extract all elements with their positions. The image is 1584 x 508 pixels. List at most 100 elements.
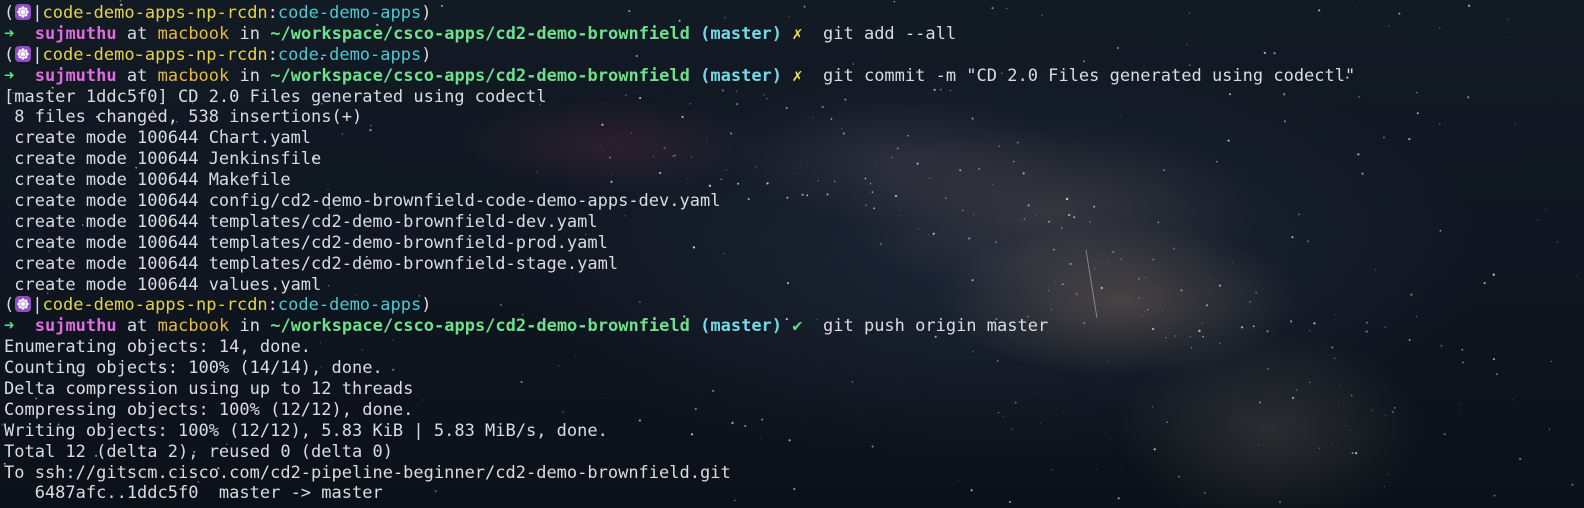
output-line: create mode 100644 Makefile — [4, 170, 291, 191]
star — [1548, 428, 1550, 430]
star — [1571, 483, 1574, 486]
kubernetes-helm-wheel-icon — [15, 45, 32, 62]
star — [1506, 19, 1508, 21]
git-clean-check-icon: ✔ — [792, 316, 803, 337]
star — [1439, 27, 1441, 29]
star — [1391, 410, 1394, 413]
star — [1385, 415, 1386, 417]
output-line: To ssh://gitscm.cisco.com/cd2-pipeline-b… — [4, 462, 731, 483]
kube-cluster: code-demo-apps-np-rcdn — [42, 3, 268, 23]
star — [1492, 358, 1495, 361]
star — [1443, 433, 1446, 436]
star — [1398, 12, 1401, 15]
output-line: create mode 100644 Jenkinsfile — [4, 149, 322, 170]
star — [1556, 241, 1558, 243]
star — [1382, 136, 1385, 139]
star — [1519, 457, 1522, 460]
star — [1483, 282, 1486, 285]
prompt-arrow-icon: ➜ — [4, 316, 15, 337]
star — [1408, 138, 1411, 141]
git-branch: (master) — [700, 23, 783, 44]
git-dirty-icon: ✗ — [792, 23, 803, 44]
paren-open: ( — [4, 44, 15, 65]
paren-close: ) — [421, 44, 432, 65]
output-line: Counting objects: 100% (14/14), done. — [4, 358, 383, 379]
kube-namespace: code-demo-apps — [277, 44, 422, 65]
output-line: create mode 100644 templates/cd2-demo-br… — [4, 232, 608, 253]
prompt-host: macbook — [157, 23, 230, 44]
output-line: 6487afc..1ddc5f0 master -> master — [4, 483, 383, 504]
output-line: create mode 100644 templates/cd2-demo-br… — [4, 211, 598, 232]
kube-context-line: (|code-demo-apps-np-rcdn:code-demo-apps) — [4, 295, 1355, 316]
command-git-add: git add --all — [823, 23, 957, 44]
prompt-path: ~/workspace/csco-apps/cd2-demo-brownfiel… — [270, 65, 690, 86]
terminal-output: (|code-demo-apps-np-rcdn:code-demo-apps)… — [4, 3, 1355, 504]
prompt-in: in — [239, 65, 260, 86]
star — [1460, 403, 1462, 405]
kube-cluster: code-demo-apps-np-rcdn — [42, 295, 268, 316]
prompt-line: ➜ sujmuthu at macbook in ~/workspace/csc… — [4, 316, 1355, 337]
star — [1440, 344, 1443, 348]
prompt-in: in — [239, 316, 260, 337]
star — [1375, 269, 1376, 271]
star — [1416, 91, 1418, 94]
star — [1460, 409, 1462, 411]
star — [119, 0, 122, 2]
colon: : — [267, 3, 278, 23]
kube-namespace: code-demo-apps — [277, 295, 422, 316]
output-line: create mode 100644 Chart.yaml — [4, 128, 312, 149]
kubernetes-helm-wheel-icon — [15, 296, 32, 313]
output-line: 8 files changed, 538 insertions(+) — [4, 107, 363, 128]
output-line: [master 1ddc5f0] CD 2.0 Files generated … — [4, 86, 547, 107]
star — [1384, 326, 1387, 328]
kubernetes-helm-wheel-icon — [15, 4, 32, 20]
star — [1416, 112, 1419, 115]
paren-close: ) — [421, 3, 432, 23]
output-line: Enumerating objects: 14, done. — [4, 337, 312, 358]
colon: : — [267, 44, 278, 65]
star — [1365, 330, 1368, 333]
output-line: Delta compression using up to 12 threads — [4, 379, 414, 400]
star — [1388, 25, 1390, 27]
star — [1512, 399, 1514, 401]
star — [1357, 153, 1360, 156]
star — [1387, 473, 1389, 475]
prompt-path: ~/workspace/csco-apps/cd2-demo-brownfiel… — [270, 23, 690, 44]
star — [1410, 293, 1413, 296]
star — [1496, 373, 1498, 376]
terminal-window[interactable]: (|code-demo-apps-np-rcdn:code-demo-apps)… — [0, 0, 1584, 508]
star — [1493, 494, 1496, 497]
git-branch: (master) — [700, 65, 783, 86]
paren-open: ( — [4, 295, 15, 316]
star — [1461, 348, 1464, 351]
kube-namespace: code-demo-apps — [277, 3, 422, 23]
colon: : — [267, 295, 278, 316]
star — [1439, 230, 1442, 232]
star — [1408, 339, 1411, 341]
star — [1438, 123, 1441, 125]
paren-close: ) — [421, 295, 432, 316]
prompt-at: at — [126, 23, 148, 44]
prompt-arrow-icon: ➜ — [4, 65, 15, 86]
git-branch: (master) — [700, 316, 783, 337]
star — [1371, 409, 1374, 412]
prompt-in: in — [239, 23, 260, 44]
prompt-line: ➜ sujmuthu at macbook in ~/workspace/csc… — [4, 24, 1355, 45]
prompt-line: ➜ sujmuthu at macbook in ~/workspace/csc… — [4, 66, 1355, 87]
star — [1544, 208, 1547, 211]
command-git-commit: git commit -m "CD 2.0 Files generated us… — [823, 65, 1356, 86]
star — [1577, 274, 1578, 276]
git-dirty-icon: ✗ — [792, 65, 803, 86]
star — [1361, 172, 1364, 175]
star — [1355, 452, 1358, 455]
output-line: Total 12 (delta 2), reused 0 (delta 0) — [4, 441, 393, 462]
output-line: create mode 100644 values.yaml — [4, 274, 322, 295]
star — [1550, 361, 1552, 362]
paren-open: ( — [4, 3, 15, 23]
output-line: create mode 100644 templates/cd2-demo-br… — [4, 253, 619, 274]
output-line: Compressing objects: 100% (12/12), done. — [4, 399, 414, 420]
prompt-user: sujmuthu — [34, 23, 117, 44]
output-line: create mode 100644 config/cd2-demo-brown… — [4, 191, 721, 212]
kube-context-line: (|code-demo-apps-np-rcdn:code-demo-apps) — [4, 3, 1355, 24]
star — [1552, 102, 1554, 104]
